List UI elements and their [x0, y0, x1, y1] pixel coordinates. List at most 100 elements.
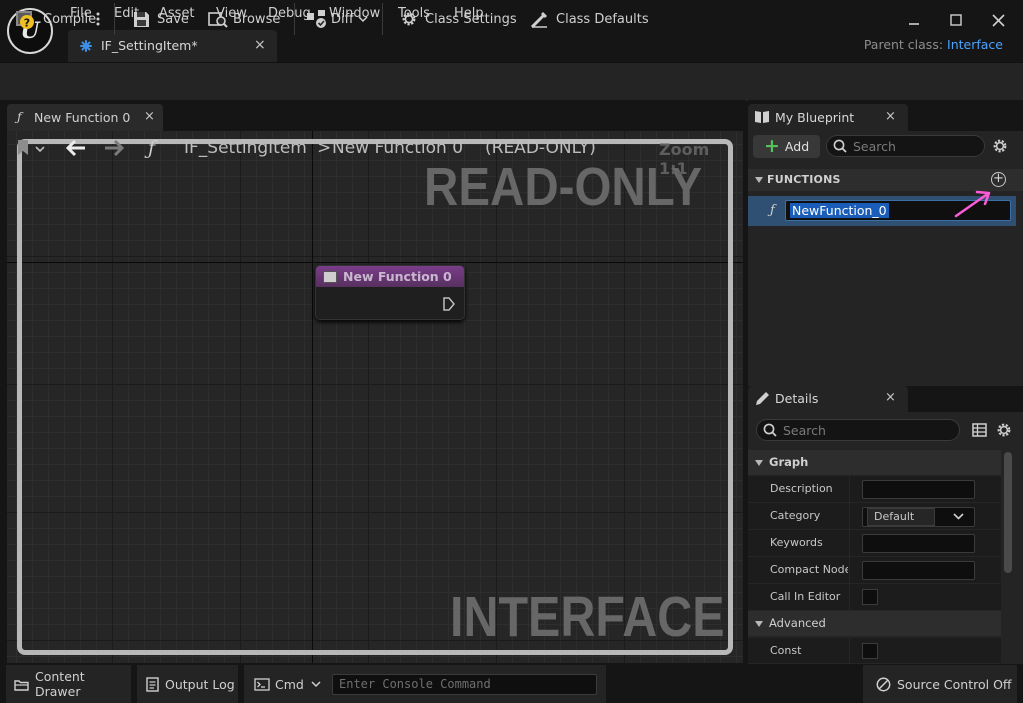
add-function-icon[interactable]: + [991, 172, 1006, 187]
console-command-input[interactable] [333, 675, 595, 693]
collapse-triangle-icon [755, 460, 763, 466]
browse-icon [208, 10, 228, 28]
table-view-icon[interactable] [972, 423, 987, 437]
node-title: New Function 0 [343, 269, 452, 284]
breadcrumb-separator: > [317, 138, 332, 158]
cmd-dropdown[interactable]: Cmd [254, 677, 321, 692]
book-icon [754, 109, 770, 124]
compact-node-title-label: Compact Node Title [770, 563, 848, 576]
details-settings-gear-icon[interactable] [995, 421, 1013, 439]
my-blueprint-search-input[interactable] [853, 138, 973, 154]
annotation-arrow-icon [952, 188, 994, 220]
browse-label: Browse [233, 11, 281, 27]
node-header: New Function 0 [316, 266, 464, 287]
source-control-label: Source Control Off [897, 676, 1012, 692]
diff-button[interactable]: Diff [306, 0, 368, 38]
compile-status-icon: ? [14, 8, 36, 30]
class-defaults-button[interactable]: Class Defaults [530, 0, 649, 38]
details-scrollbar[interactable] [1004, 452, 1012, 573]
graph-tab[interactable]: ƒ New Function 0 × [7, 104, 163, 131]
search-icon [763, 423, 777, 437]
details-tab-label: Details [775, 391, 819, 406]
const-checkbox[interactable] [862, 643, 878, 659]
maximize-icon[interactable] [944, 8, 968, 32]
graph-section-label: Graph [769, 455, 809, 469]
compact-node-title-field[interactable] [862, 561, 975, 580]
diff-chevron-down-icon [358, 15, 368, 23]
my-blueprint-tab-label: My Blueprint [775, 110, 855, 125]
plus-icon: + [764, 135, 780, 157]
toolbar [0, 62, 1023, 101]
class-settings-button[interactable]: Class Settings [400, 0, 517, 38]
navigate-forward-icon[interactable] [103, 138, 125, 158]
my-blueprint-search[interactable] [826, 135, 985, 157]
gear-icon [400, 10, 418, 28]
breadcrumb-function-icon: ƒ [148, 137, 156, 159]
diff-icon [306, 9, 328, 29]
bookmark-icon[interactable] [16, 139, 46, 159]
keywords-label: Keywords [770, 536, 823, 549]
keywords-field[interactable] [862, 534, 975, 553]
close-window-icon[interactable] [986, 8, 1010, 32]
browse-button[interactable]: Browse [208, 0, 280, 38]
content-drawer-button[interactable]: Content Drawer [6, 665, 131, 703]
source-control-button[interactable]: Source Control Off [863, 665, 1017, 703]
functions-header-label: FUNCTIONS [767, 173, 841, 186]
diff-label: Diff [331, 11, 354, 27]
console-command-field[interactable] [332, 674, 597, 695]
save-button[interactable]: Save [133, 0, 189, 38]
function-icon: ƒ [770, 203, 775, 218]
collapse-triangle-icon [755, 621, 763, 627]
function-entry-node[interactable]: New Function 0 [315, 265, 465, 320]
function-icon: ƒ [17, 109, 22, 124]
call-in-editor-label: Call In Editor [770, 590, 841, 603]
category-value: Default [867, 508, 935, 526]
graph-tab-label: New Function 0 [34, 110, 131, 125]
source-control-off-icon [876, 677, 891, 692]
class-settings-label: Class Settings [425, 11, 517, 27]
content-drawer-icon [14, 678, 29, 691]
description-field[interactable] [862, 480, 975, 499]
interface-asset-icon [78, 38, 94, 54]
details-tab-close-icon[interactable]: × [885, 390, 896, 405]
document-tab-label: IF_SettingItem* [101, 38, 198, 53]
my-blueprint-tab-close-icon[interactable]: × [885, 109, 896, 124]
chevron-down-icon[interactable] [953, 511, 964, 521]
my-blueprint-tab[interactable]: My Blueprint × [748, 104, 908, 131]
details-search-input[interactable] [783, 422, 903, 438]
class-defaults-label: Class Defaults [556, 11, 649, 27]
details-search[interactable] [756, 419, 960, 441]
details-tab[interactable]: Details × [748, 386, 908, 412]
compile-options-icon[interactable] [95, 0, 101, 38]
compact-node-title-property: Compact Node Title [748, 557, 1001, 584]
function-rename-value: NewFunction_0 [790, 203, 889, 218]
add-button[interactable]: + Add [753, 135, 820, 158]
parent-class-link[interactable]: Interface [947, 37, 1003, 52]
output-log-button[interactable]: Output Log [137, 665, 238, 703]
minimize-icon[interactable] [902, 8, 926, 32]
exec-output-pin-icon[interactable] [442, 296, 456, 312]
advanced-section-label: Advanced [769, 616, 826, 630]
output-log-icon [146, 676, 159, 692]
breadcrumb-function[interactable]: New Function 0 [332, 138, 463, 158]
my-blueprint-settings-gear-icon[interactable] [991, 137, 1009, 155]
graph-breadcrumb-bar: ƒ IF_SettingItem > New Function 0 (READ-… [12, 136, 732, 178]
graph-tab-close-icon[interactable]: × [144, 109, 155, 124]
keywords-property: Keywords [748, 530, 1001, 557]
call-in-editor-property: Call In Editor [748, 584, 1001, 611]
breadcrumb-blueprint[interactable]: IF_SettingItem [184, 138, 307, 158]
category-label: Category [770, 509, 821, 522]
navigate-back-icon[interactable] [65, 138, 87, 158]
compile-label: Compile [43, 11, 97, 27]
search-icon [833, 139, 847, 153]
document-tab-close-icon[interactable]: × [254, 37, 266, 53]
category-combo[interactable]: Default [862, 507, 975, 527]
advanced-section-header[interactable]: Advanced [748, 611, 1001, 636]
call-in-editor-checkbox[interactable] [862, 589, 878, 605]
terminal-icon [254, 677, 270, 691]
zoom-level: Zoom 1:1 [659, 140, 710, 178]
const-property: Const [748, 638, 1001, 665]
read-only-frame [17, 139, 733, 655]
graph-section-header[interactable]: Graph [748, 450, 1001, 475]
compile-button[interactable]: ? Compile [14, 0, 96, 38]
